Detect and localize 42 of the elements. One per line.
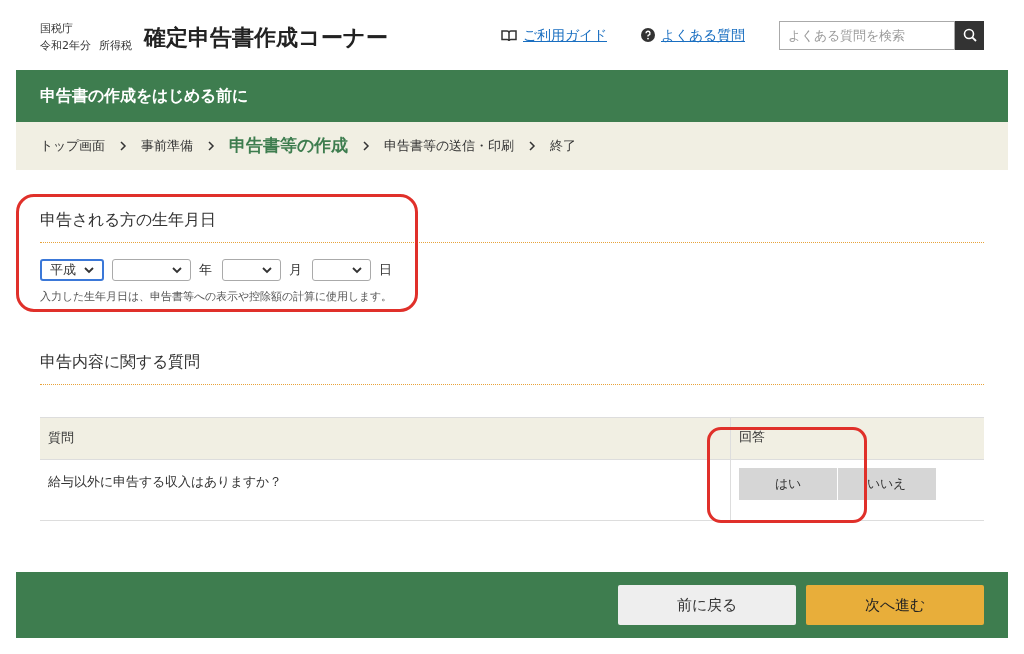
- chevron-icon: [362, 141, 370, 151]
- section-heading: 申告内容に関する質問: [40, 349, 984, 385]
- page-title: 申告書の作成をはじめる前に: [40, 85, 248, 107]
- help-icon: [641, 28, 655, 42]
- agency-name: 国税庁: [40, 21, 74, 37]
- birth-date-note: 入力した生年月日は、申告書等への表示や控除額の計算に使用します。: [40, 289, 393, 305]
- site-title: 確定申告書作成コーナー: [144, 23, 388, 52]
- question-text: 給与以外に申告する収入はありますか？: [40, 459, 730, 520]
- step-label: 申告書等の作成: [229, 134, 348, 158]
- step-label: 申告書等の送信・印刷: [384, 137, 514, 156]
- guide-link[interactable]: ご利用ガイド: [523, 24, 607, 46]
- date-select[interactable]: [112, 259, 191, 281]
- answer-button[interactable]: はい: [738, 467, 837, 500]
- search-button[interactable]: [955, 20, 984, 50]
- column-header: 質問: [40, 417, 730, 459]
- section-heading: 申告される方の生年月日: [40, 208, 984, 243]
- date-unit: 日: [379, 261, 392, 280]
- search-field[interactable]: よくある質問を検索: [779, 20, 955, 50]
- chevron-icon: [119, 141, 127, 151]
- date-unit: 年: [199, 261, 212, 280]
- date-unit: 月: [289, 261, 302, 280]
- answer-button[interactable]: いいえ: [837, 467, 936, 500]
- date-select[interactable]: [312, 259, 371, 281]
- step-label: トップ画面: [40, 137, 105, 156]
- back-button[interactable]: 前に戻る: [618, 585, 796, 625]
- chevron-icon: [528, 141, 536, 151]
- tax-type: 所得税: [99, 38, 132, 54]
- faq-link[interactable]: よくある質問: [661, 24, 745, 46]
- step-label: 終了: [550, 137, 576, 156]
- next-button[interactable]: 次へ進む: [806, 585, 984, 625]
- chevron-icon: [207, 141, 215, 151]
- dropdown-caret-icon: [84, 266, 94, 274]
- step-label: 事前準備: [141, 137, 193, 156]
- date-select[interactable]: 平成: [40, 259, 104, 281]
- tax-year: 令和2年分: [40, 38, 91, 54]
- dropdown-caret-icon: [172, 266, 182, 274]
- dropdown-caret-icon: [262, 266, 272, 274]
- dropdown-caret-icon: [352, 266, 362, 274]
- date-select[interactable]: [222, 259, 281, 281]
- book-icon: [501, 28, 517, 42]
- search-icon: [962, 28, 977, 42]
- column-header: 回答: [730, 417, 984, 459]
